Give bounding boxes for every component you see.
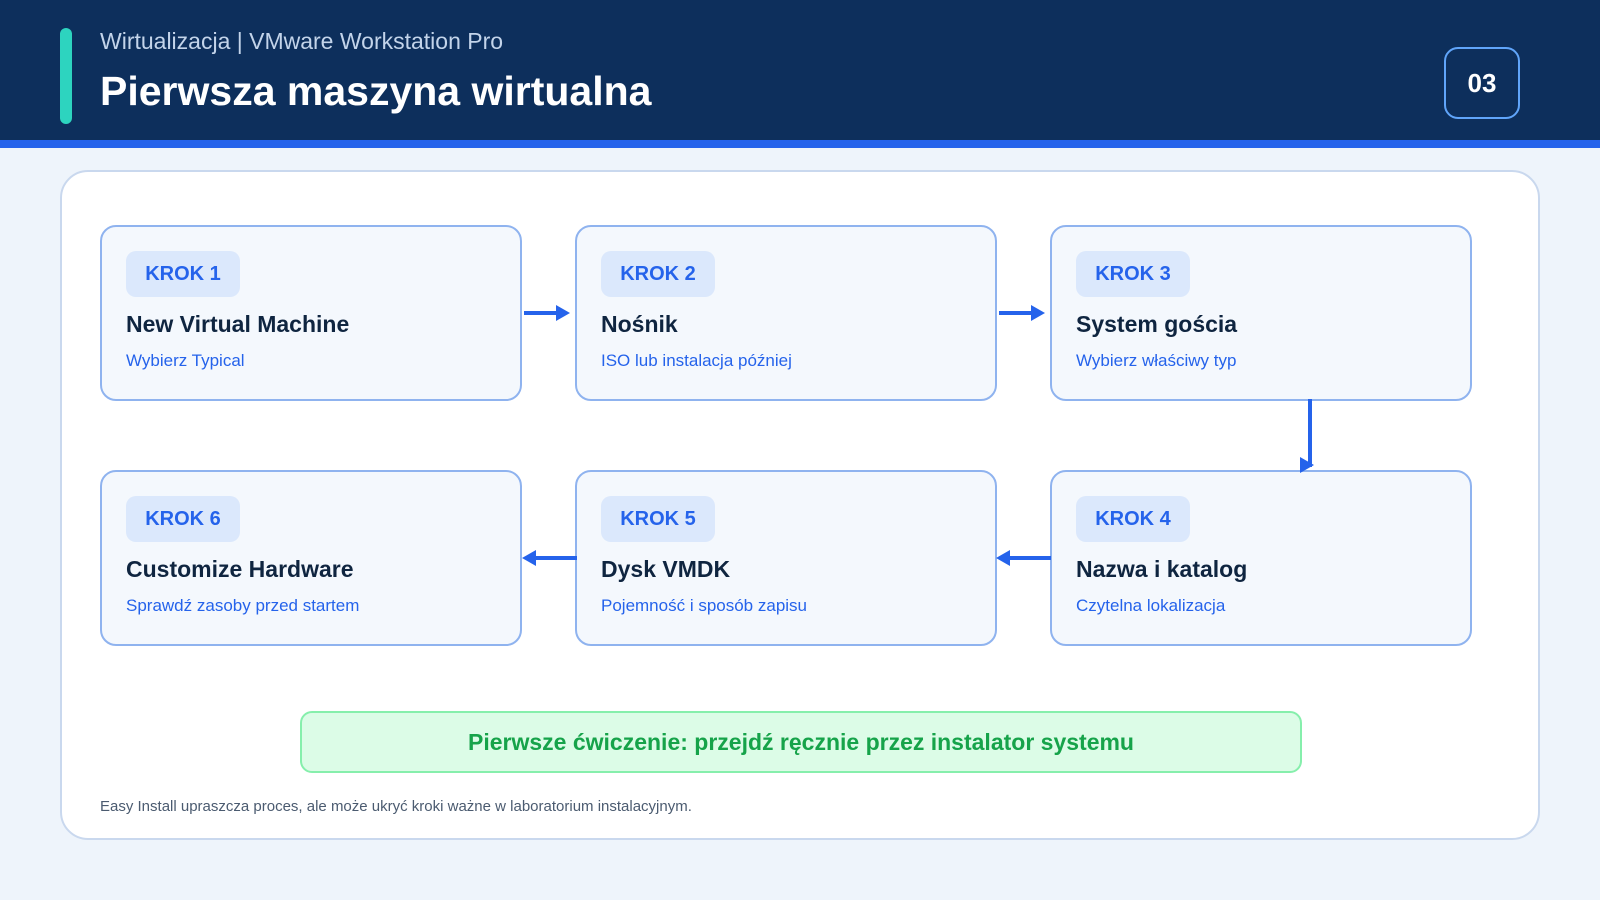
step-title: Dysk VMDK: [601, 556, 731, 582]
step-card-4: KROK 4 Nazwa i katalog Czytelna lokaliza…: [1050, 470, 1472, 646]
step-card-6: KROK 6 Customize Hardware Sprawdź zasoby…: [100, 470, 522, 646]
step-description: Sprawdź zasoby przed startem: [126, 596, 360, 615]
step-card-5: KROK 5 Dysk VMDK Pojemność i sposób zapi…: [575, 470, 997, 646]
step-badge: KROK 1: [126, 251, 240, 297]
step-card-3: KROK 3 System gościa Wybierz właściwy ty…: [1050, 225, 1472, 401]
step-description: Pojemność i sposób zapisu: [601, 596, 808, 615]
page-number-badge: 03: [1444, 47, 1520, 119]
step-title: System gościa: [1076, 311, 1238, 337]
step-title: Customize Hardware: [126, 556, 354, 582]
footnote: Easy Install upraszcza proces, ale może …: [100, 798, 692, 815]
header-divider: [0, 140, 1600, 148]
step-card-2: KROK 2 Nośnik ISO lub instalacja później: [575, 225, 997, 401]
exercise-callout: Pierwsze ćwiczenie: przejdź ręcznie prze…: [300, 711, 1302, 773]
slide-subtitle: Wirtualizacja | VMware Workstation Pro: [100, 28, 504, 54]
slide-title: Pierwsza maszyna wirtualna: [100, 68, 652, 114]
step-description: ISO lub instalacja później: [601, 351, 792, 370]
accent-bar: [60, 28, 72, 124]
step-title: Nazwa i katalog: [1076, 556, 1248, 582]
step-badge: KROK 5: [601, 496, 715, 542]
step-badge: KROK 6: [126, 496, 240, 542]
step-badge: KROK 4: [1076, 496, 1190, 542]
step-card-1: KROK 1 New Virtual Machine Wybierz Typic…: [100, 225, 522, 401]
step-description: Wybierz Typical: [126, 351, 245, 370]
step-badge: KROK 2: [601, 251, 715, 297]
step-title: New Virtual Machine: [126, 311, 350, 337]
step-description: Czytelna lokalizacja: [1076, 596, 1226, 615]
step-description: Wybierz właściwy typ: [1076, 351, 1237, 370]
step-title: Nośnik: [601, 311, 678, 337]
step-badge: KROK 3: [1076, 251, 1190, 297]
